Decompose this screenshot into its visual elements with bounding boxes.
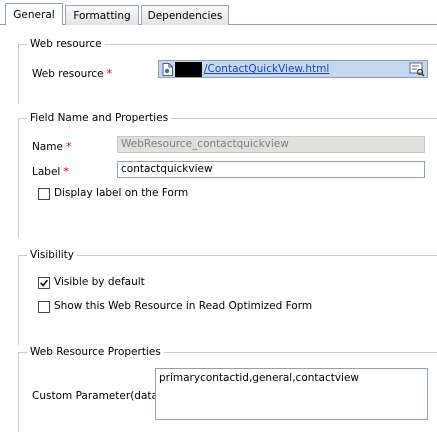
label-field[interactable]: contactquickview	[117, 161, 425, 178]
required-marker: *	[63, 165, 69, 178]
display-label-checkbox[interactable]	[38, 188, 50, 200]
web-resource-link[interactable]: /ContactQuickView.html	[204, 63, 329, 75]
visible-by-default-checkbox[interactable]	[38, 277, 50, 289]
tab-formatting[interactable]: Formatting	[65, 5, 139, 25]
read-optimized-text: Show this Web Resource in Read Optimized…	[54, 300, 313, 312]
document-icon	[162, 63, 173, 76]
section-title-properties: Web Resource Properties	[27, 346, 164, 358]
visibility-section: Visibility Visible by default Show this …	[18, 249, 437, 345]
checkmark-icon	[40, 279, 48, 287]
visible-by-default-text: Visible by default	[54, 276, 145, 288]
tab-bar: General Formatting Dependencies	[0, 0, 437, 25]
name-label: Name *	[32, 140, 72, 153]
read-optimized-checkbox[interactable]	[38, 301, 50, 313]
display-label-text: Display label on the Form	[54, 187, 189, 199]
web-resource-section: Web resource Web resource * /ContactQuick…	[18, 38, 437, 104]
section-title-visibility: Visibility	[27, 249, 78, 261]
required-marker: *	[65, 140, 72, 153]
field-properties-section: Field Name and Properties Name * WebResou…	[18, 112, 437, 238]
custom-parameter-textarea[interactable]: primarycontactid,general,contactview	[155, 368, 428, 420]
name-field: WebResource_contactquickview	[117, 136, 425, 153]
tab-content: Web resource Web resource * /ContactQuick…	[0, 25, 437, 432]
lookup-icon[interactable]	[409, 62, 425, 77]
section-title-web-resource: Web resource	[27, 38, 105, 50]
tab-dependencies[interactable]: Dependencies	[141, 5, 229, 25]
label-label: Label *	[32, 165, 69, 178]
redacted-block	[175, 62, 202, 77]
section-title-field-properties: Field Name and Properties	[27, 112, 172, 124]
web-resource-properties-section: Web Resource Properties Custom Parameter…	[18, 346, 437, 432]
required-marker: *	[106, 67, 113, 80]
custom-parameter-label: Custom Parameter(data)	[32, 390, 163, 402]
web-resource-label: Web resource *	[32, 67, 113, 80]
web-resource-lookup[interactable]: /ContactQuickView.html	[158, 60, 428, 78]
tab-general[interactable]: General	[5, 3, 63, 25]
